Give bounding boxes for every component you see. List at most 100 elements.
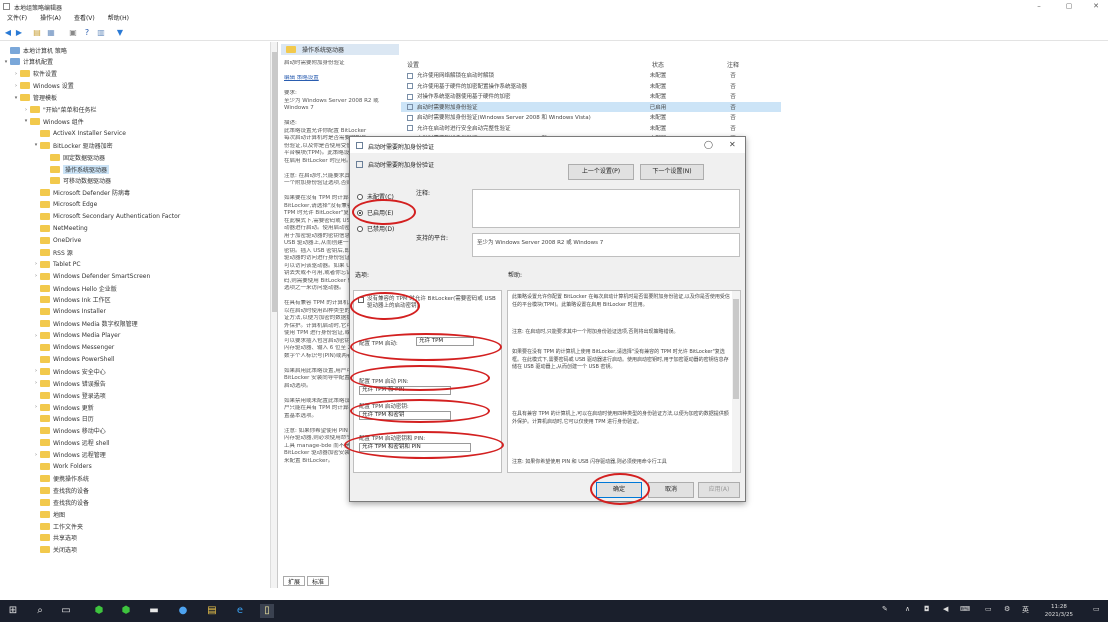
tree-item[interactable]: NetMeeting <box>32 224 88 234</box>
next-setting-button[interactable]: 下一个设置(N) <box>640 164 704 180</box>
tree-item[interactable]: ▾ Windows 组件 <box>22 116 84 126</box>
table-row[interactable]: 允许使用网络解锁在启动时解锁 未配置 否 <box>401 70 781 81</box>
menu-action[interactable]: 操作(A) <box>40 13 61 25</box>
settings-gear-icon[interactable]: ⚙ <box>1004 605 1010 613</box>
table-row[interactable]: 启动时需要附加身份验证(Windows Server 2008 和 Window… <box>401 112 781 123</box>
dialog-maximize-icon[interactable]: ◯ <box>704 140 713 149</box>
close-button[interactable]: ✕ <box>1091 2 1101 11</box>
tree-expander-icon[interactable]: › <box>32 333 40 339</box>
edit-policy-link[interactable]: 编辑 策略设置 <box>284 75 392 83</box>
table-row[interactable]: 对操作系统驱动器使用基于硬件的加密 未配置 否 <box>401 91 781 102</box>
help-scroll-thumb[interactable] <box>733 299 739 399</box>
tree-item[interactable]: › Windows Media Player <box>32 331 120 341</box>
tree-item[interactable]: Windows Ink 工作区 <box>32 295 111 305</box>
tree-item[interactable]: 便携操作系统 <box>32 473 89 483</box>
tree-expander-icon[interactable]: ▾ <box>2 59 10 65</box>
tree-item[interactable]: › Windows 更新 <box>32 402 94 412</box>
radio-not-configured-dot[interactable] <box>357 193 363 200</box>
tree-expander-icon[interactable]: › <box>32 368 40 374</box>
table-row[interactable]: 允许使用基于硬件的加密配置操作系统驱动器 未配置 否 <box>401 81 781 92</box>
tree-item[interactable]: › Windows 错误报告 <box>32 378 106 388</box>
ie-browser-icon[interactable]: e <box>233 604 247 618</box>
tree-item[interactable]: Windows 日历 <box>32 414 94 424</box>
app-hexagon-icon[interactable]: ⬢ <box>119 604 133 618</box>
tree-expander-icon[interactable]: › <box>32 380 40 386</box>
export-list-icon[interactable]: ▣ <box>68 28 78 38</box>
apply-button[interactable]: 应用(A) <box>698 482 740 498</box>
tree-item[interactable]: Microsoft Edge <box>32 200 97 210</box>
menu-help[interactable]: 帮助(H) <box>108 13 129 25</box>
tree-item[interactable]: 固定数据驱动器 <box>42 152 105 162</box>
tree-item[interactable]: Windows Hello 企业版 <box>32 283 117 293</box>
tree-item[interactable]: › Windows Defender SmartScreen <box>32 271 150 281</box>
tree-item[interactable]: › "开始"菜单和任务栏 <box>22 105 97 115</box>
cancel-button[interactable]: 取消 <box>648 482 694 498</box>
tree-expander-icon[interactable]: › <box>32 452 40 458</box>
previous-setting-button[interactable]: 上一个设置(P) <box>568 164 634 180</box>
tree-expander-icon[interactable]: › <box>22 107 30 113</box>
radio-disabled[interactable]: 已禁用(D) <box>357 224 394 233</box>
tree-item[interactable]: Windows 移动中心 <box>32 426 106 436</box>
tree-item[interactable]: ActiveX Installer Service <box>32 128 126 138</box>
tree-expander-icon[interactable]: ▾ <box>12 95 20 101</box>
tree-item[interactable]: 可移动数据驱动器 <box>42 176 111 186</box>
tree-expander-icon[interactable]: › <box>32 273 40 279</box>
tree-item[interactable]: Windows Installer <box>32 307 106 317</box>
start-windows-icon[interactable]: ⊞ <box>6 604 20 618</box>
tree-item[interactable]: 本地计算机 策略 <box>2 45 67 55</box>
tree-expander-icon[interactable]: › <box>32 404 40 410</box>
tree-item[interactable]: › Tablet PC <box>32 259 81 269</box>
minimize-button[interactable]: – <box>1034 2 1044 11</box>
tree-item[interactable]: 查找我的设备 <box>32 485 89 495</box>
tree-item[interactable]: RSS 源 <box>32 247 73 257</box>
tree-item[interactable]: › 软件设置 <box>12 69 57 79</box>
keyboard-icon[interactable]: ⌨ <box>960 605 970 613</box>
column-state[interactable]: 状态 <box>613 60 703 70</box>
tree-expander-icon[interactable]: ▾ <box>22 118 30 124</box>
maximize-button[interactable]: ▢ <box>1064 2 1074 11</box>
column-comment[interactable]: 注释 <box>703 60 763 70</box>
comment-textbox[interactable] <box>472 189 740 228</box>
radio-disabled-dot[interactable] <box>357 225 363 232</box>
tree-expander-icon[interactable]: › <box>12 83 20 89</box>
tree-item[interactable]: 查找我的设备 <box>32 497 89 507</box>
tree-item[interactable]: Microsoft Secondary Authentication Facto… <box>32 212 180 222</box>
tree-item[interactable]: OneDrive <box>32 235 81 245</box>
system-clock[interactable]: 11:28 2021/3/25 <box>1045 603 1073 619</box>
menu-file[interactable]: 文件(F) <box>7 13 27 25</box>
tree-scroll-thumb[interactable] <box>272 52 277 312</box>
pen-icon[interactable]: ✎ <box>882 605 888 613</box>
tree-expander-icon[interactable]: › <box>12 71 20 77</box>
volume-icon[interactable]: ◀ <box>943 605 948 613</box>
tree-item[interactable]: › Windows 远程管理 <box>32 450 106 460</box>
tree-scrollbar[interactable] <box>270 42 277 588</box>
chevron-up-icon[interactable]: ∧ <box>905 605 910 613</box>
notification-icon[interactable]: ▭ <box>1093 605 1100 613</box>
forward-arrow-icon[interactable]: ▶ <box>14 28 24 38</box>
tree-item[interactable]: Windows Messenger <box>32 343 114 353</box>
task-view-icon[interactable]: ▭ <box>59 604 73 618</box>
tab-standard[interactable]: 标准 <box>307 576 330 586</box>
tree-item[interactable]: Microsoft Defender 防病毒 <box>32 188 130 198</box>
tree-item[interactable]: 关闭选项 <box>32 545 77 555</box>
ime-icon[interactable]: 英 <box>1022 605 1029 615</box>
up-folder-icon[interactable]: ▤ <box>32 28 42 38</box>
tree-item[interactable]: 工作文件夹 <box>32 521 83 531</box>
search-icon[interactable]: ⌕ <box>33 604 47 618</box>
tree-item[interactable]: ▾ BitLocker 驱动器加密 <box>32 140 113 150</box>
back-arrow-icon[interactable]: ◀ <box>3 28 13 38</box>
tree-item[interactable]: Windows PowerShell <box>32 354 114 364</box>
app-hexagon-icon[interactable]: ⬢ <box>92 604 106 618</box>
tree-item[interactable]: Windows 登录选项 <box>32 390 106 400</box>
terminal-icon[interactable]: ▬ <box>147 604 161 618</box>
table-row[interactable]: 启动时需要附加身份验证 已启用 否 <box>401 101 781 112</box>
column-setting[interactable]: 设置 <box>401 60 613 70</box>
menu-view[interactable]: 查看(V) <box>74 13 95 25</box>
tree-item[interactable]: 共享选项 <box>32 533 77 543</box>
monitor-icon[interactable]: ▭ <box>985 605 992 613</box>
tree-item[interactable]: ▾ 计算机配置 <box>2 57 53 67</box>
notepad-icon[interactable]: ▯ <box>260 604 274 618</box>
dialog-close-icon[interactable]: ✕ <box>729 140 736 149</box>
filter-icon[interactable]: ▼ <box>115 28 125 38</box>
help-scrollbar[interactable] <box>732 291 740 472</box>
